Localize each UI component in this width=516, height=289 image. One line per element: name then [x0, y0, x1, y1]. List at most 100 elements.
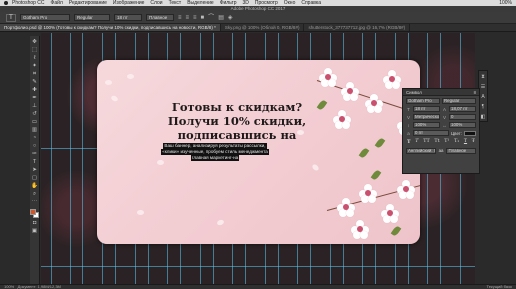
- cherry-blossom-image: [351, 220, 369, 239]
- tab-sky[interactable]: Sky.png @ 100% (Облой 0, RGB/8#): [221, 24, 305, 31]
- tab-shutterstock[interactable]: shutterstock_377737712.jpg @ 16,7% (RGB/…: [304, 24, 411, 31]
- paragraph-panel-icon[interactable]: ¶: [480, 104, 487, 110]
- banner-artboard[interactable]: Готовы к скидкам? Получи 10% скидки, под…: [97, 60, 420, 244]
- selected-text-layer[interactable]: Ваш баннер, анализируя результаты рассыл…: [145, 143, 285, 161]
- tracking-icon: V: [442, 114, 446, 120]
- panel-menu-icon[interactable]: ≡: [473, 89, 476, 95]
- quick-mask-icon[interactable]: ◘: [31, 220, 38, 226]
- stamp-tool-icon[interactable]: ⊥: [31, 103, 38, 109]
- dodge-tool-icon[interactable]: ○: [31, 143, 38, 149]
- lasso-tool-icon[interactable]: ℓ: [31, 55, 38, 61]
- zoom-tool-icon[interactable]: ⌕: [31, 191, 38, 197]
- petal-decoration: [127, 74, 134, 79]
- hand-tool-icon[interactable]: ✋: [31, 183, 38, 189]
- panel-baseline-field[interactable]: 0 пт: [413, 130, 449, 136]
- petal-decoration: [137, 210, 144, 215]
- shape-tool-icon[interactable]: ▢: [31, 175, 38, 181]
- brush-tool-icon[interactable]: ✒: [31, 95, 38, 101]
- status-right-text: Текущий базо: [486, 284, 512, 289]
- horizontal-scale-icon: ↔: [442, 122, 447, 128]
- leaf-decoration: [358, 147, 370, 159]
- layers-panel-icon[interactable]: ◧: [480, 114, 487, 120]
- guide-line[interactable]: [82, 33, 83, 284]
- align-right-icon[interactable]: ≡: [193, 14, 197, 22]
- faux-italic-button[interactable]: T: [415, 139, 418, 145]
- font-style-select[interactable]: Regular: [74, 14, 110, 21]
- cherry-blossom-image: [383, 70, 401, 89]
- vertical-scale-icon: ↕: [407, 122, 410, 128]
- guide-line[interactable]: [70, 33, 71, 284]
- options-bar: T Gotham Pro Regular 18 пт Плавное ≡ ≡ ≡…: [0, 12, 516, 24]
- history-brush-icon[interactable]: ↺: [31, 111, 38, 117]
- tab-portfolio[interactable]: Портфолио.psd @ 100% (Готовы к скидкам? …: [0, 24, 221, 31]
- zoom-level[interactable]: 100%: [4, 284, 14, 289]
- align-left-icon[interactable]: ≡: [178, 14, 182, 22]
- panel-tracking-field[interactable]: 0: [449, 114, 476, 120]
- cherry-blossom-image: [341, 82, 359, 101]
- font-family-select[interactable]: Gotham Pro: [20, 14, 70, 21]
- cherry-blossom-image: [319, 68, 337, 87]
- character-panel: Символ ≡ Gotham Pro Regular T 18 пт A 18…: [402, 88, 480, 174]
- cherry-blossom-image: [337, 198, 355, 217]
- type-tool-icon-sidebar[interactable]: T: [31, 159, 38, 165]
- guide-line[interactable]: [51, 33, 52, 284]
- panel-hscale-field[interactable]: 100%: [449, 122, 476, 128]
- foreground-color-swatch[interactable]: [30, 209, 36, 215]
- petal-decoration: [110, 94, 119, 103]
- leaf-decoration: [374, 137, 386, 149]
- font-size-select[interactable]: 18 пт: [114, 14, 142, 21]
- apple-icon[interactable]: [4, 1, 8, 5]
- character-panel-title: Символ: [406, 90, 422, 95]
- panel-leading-field[interactable]: 18,07 пт: [449, 106, 476, 112]
- document-info: Документ: 1,98M/12,3M: [17, 284, 61, 289]
- history-panel-icon[interactable]: ⧗: [480, 74, 487, 80]
- healing-brush-icon[interactable]: ✚: [31, 87, 38, 93]
- properties-panel-icon[interactable]: ☰: [480, 84, 487, 90]
- color-swatches[interactable]: [30, 209, 39, 218]
- character-panel-icon[interactable]: ▤: [218, 14, 224, 22]
- faux-bold-button[interactable]: T: [407, 139, 411, 145]
- antialias-select[interactable]: Плавное: [146, 14, 174, 21]
- panel-vscale-field[interactable]: 100%: [413, 122, 440, 128]
- leaf-decoration: [390, 225, 402, 237]
- screen-mode-icon[interactable]: ▣: [31, 228, 38, 234]
- type-tool-icon[interactable]: T: [6, 13, 16, 22]
- text-color-icon[interactable]: ■: [201, 14, 205, 22]
- gradient-tool-icon[interactable]: ▥: [31, 127, 38, 133]
- language-select[interactable]: Английский: США: [406, 148, 436, 154]
- eyedropper-icon[interactable]: ✎: [31, 79, 38, 85]
- crop-tool-icon[interactable]: ⌗: [31, 71, 38, 77]
- pen-tool-icon[interactable]: ✑: [31, 151, 38, 157]
- character-panel-toggle-icon[interactable]: A: [480, 94, 487, 100]
- 3d-icon[interactable]: ◈: [228, 14, 233, 22]
- tools-panel: ✥ ⬚ ℓ ✦ ⌗ ✎ ✚ ✒ ⊥ ↺ ▭ ▥ ◔ ○ ✑ T ➤ ▢ ✋ ⌕ …: [30, 36, 40, 284]
- panel-font-style-select[interactable]: Regular: [442, 98, 476, 104]
- petal-decoration: [311, 163, 320, 172]
- more-tools-icon[interactable]: ⋯: [31, 199, 38, 205]
- superscript-button[interactable]: T¹: [444, 139, 449, 145]
- type-style-buttons: T T TT Tt T¹ T₁ T Ŧ: [403, 136, 479, 145]
- path-select-icon[interactable]: ➤: [31, 167, 38, 173]
- strikethrough-button[interactable]: Ŧ: [472, 139, 475, 145]
- guide-line[interactable]: [41, 266, 475, 267]
- panel-kerning-field[interactable]: Метрическое: [413, 114, 440, 120]
- subscript-button[interactable]: T₁: [454, 139, 459, 145]
- panel-antialias-select[interactable]: Плавное: [446, 148, 477, 154]
- panel-font-family-select[interactable]: Gotham Pro: [406, 98, 440, 104]
- underline-button[interactable]: T: [464, 139, 467, 145]
- small-caps-button[interactable]: Tt: [434, 139, 439, 145]
- cherry-blossom-image: [359, 184, 377, 203]
- magic-wand-icon[interactable]: ✦: [31, 63, 38, 69]
- blur-tool-icon[interactable]: ◔: [31, 135, 38, 141]
- align-center-icon[interactable]: ≡: [186, 14, 190, 22]
- marquee-tool-icon[interactable]: ⬚: [31, 47, 38, 53]
- text-color-swatch[interactable]: [464, 130, 476, 136]
- warp-text-icon[interactable]: ⌒: [208, 14, 214, 22]
- move-tool-icon[interactable]: ✥: [31, 39, 38, 45]
- kerning-icon: V: [406, 114, 410, 120]
- leaf-decoration: [370, 169, 382, 181]
- all-caps-button[interactable]: TT: [423, 139, 430, 145]
- eraser-tool-icon[interactable]: ▭: [31, 119, 38, 125]
- panel-font-size-field[interactable]: 18 пт: [413, 106, 440, 112]
- cherry-blossom-image: [333, 110, 351, 129]
